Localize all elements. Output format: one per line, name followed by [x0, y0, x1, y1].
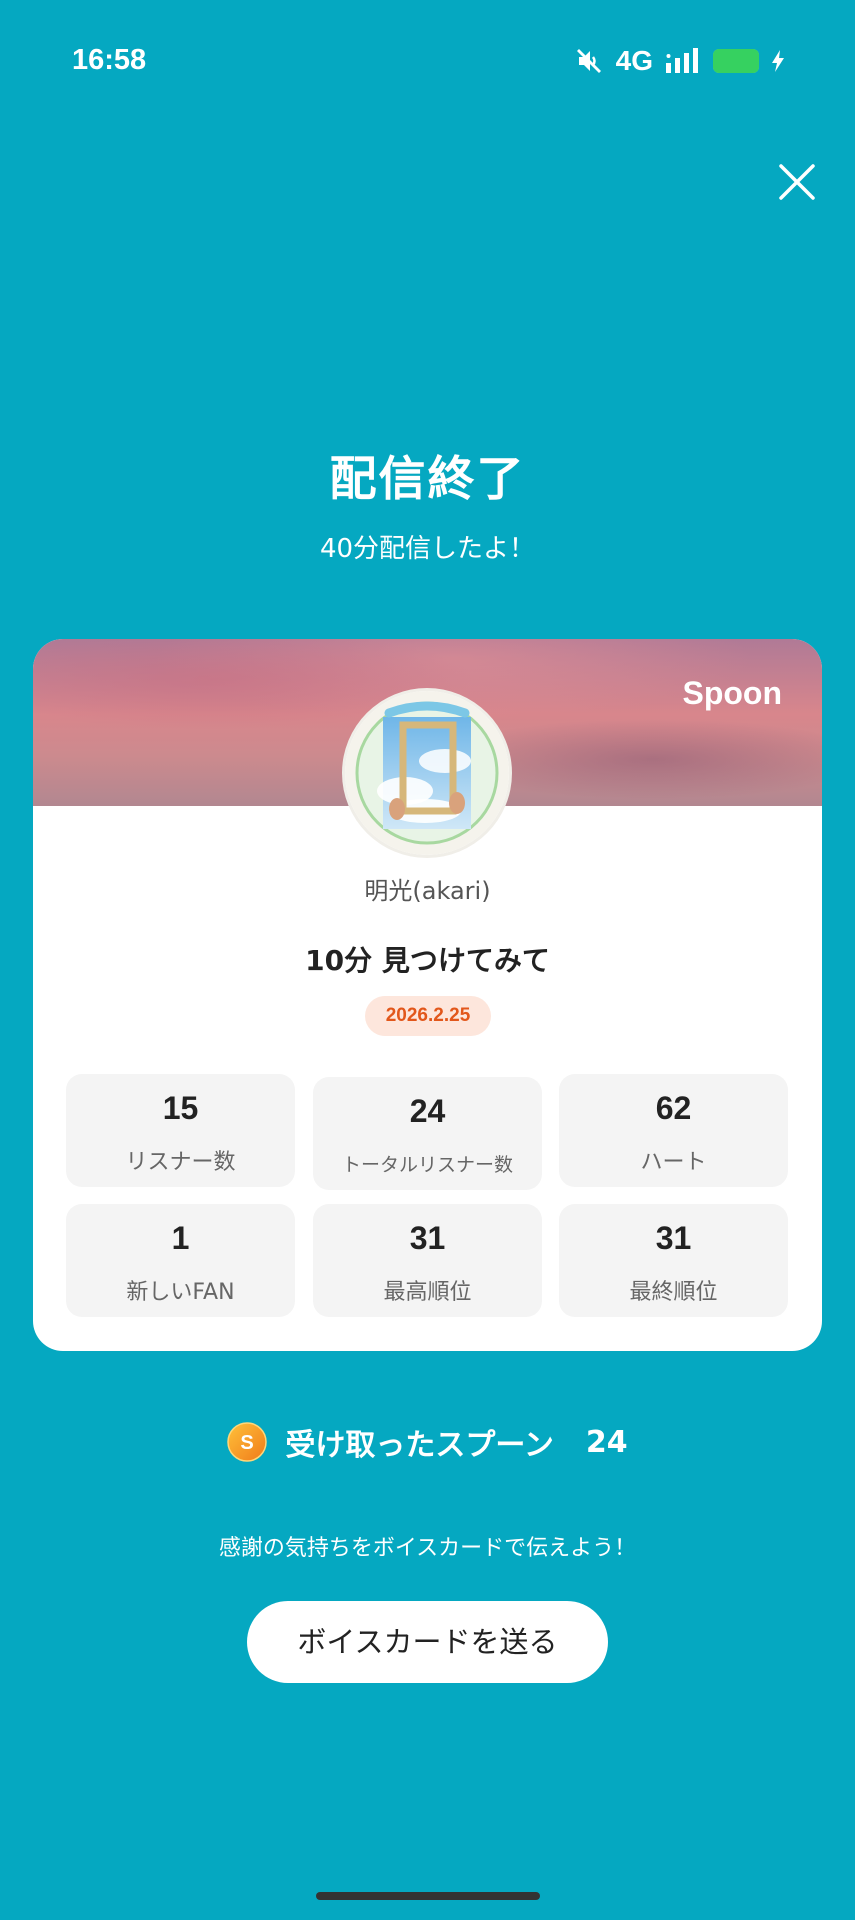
stat-value: 31: [409, 1220, 446, 1256]
network-type: 4G: [615, 45, 653, 76]
stat-final-rank: 31 最終順位: [559, 1204, 788, 1317]
stat-total-listeners: 24 トータルリスナー数: [313, 1077, 542, 1190]
page: 16:58 4G 配信終了 40分配信したよ！ Spoon 明光(akari) …: [0, 0, 855, 1920]
stat-new-fans: 1 新しいFAN: [66, 1204, 295, 1317]
username: 明光(akari): [364, 877, 491, 905]
stat-highest-rank: 31 最高順位: [313, 1204, 542, 1317]
send-voice-card-button[interactable]: ボイスカードを送る: [247, 1601, 608, 1683]
status-icons: 4G: [574, 45, 785, 76]
status-bar: 16:58 4G: [0, 40, 855, 80]
received-spoons: S 受け取ったスプーン 24: [0, 1418, 855, 1466]
stat-label: ハート: [640, 1150, 707, 1175]
page-subtitle: 40分配信したよ！: [319, 534, 536, 564]
thanks-message: 感謝の気持ちをボイスカードで伝えよう！: [218, 1536, 637, 1561]
received-count: 24: [585, 1424, 628, 1460]
home-indicator: [316, 1892, 540, 1900]
svg-text:S: S: [241, 1432, 254, 1454]
spoon-logo: Spoon: [682, 675, 782, 711]
avatar-image: [345, 691, 509, 855]
stat-hearts: 62 ハート: [559, 1074, 788, 1187]
stat-value: 62: [655, 1090, 692, 1126]
signal-icon: [666, 48, 698, 73]
stat-label: トータルリスナー数: [341, 1154, 513, 1176]
stat-value: 1: [171, 1220, 190, 1256]
close-button[interactable]: [775, 160, 819, 204]
stat-label: リスナー数: [125, 1150, 236, 1175]
stat-listeners: 15 リスナー数: [66, 1074, 295, 1187]
mute-icon: [576, 49, 601, 73]
status-time: 16:58: [72, 44, 147, 76]
page-title: 配信終了: [329, 452, 526, 507]
received-label: 受け取ったスプーン: [285, 1428, 554, 1463]
stat-value: 15: [162, 1090, 199, 1126]
stat-value: 24: [409, 1093, 446, 1129]
stat-label: 新しいFAN: [126, 1280, 235, 1305]
stat-value: 31: [655, 1220, 692, 1256]
stat-label: 最終順位: [629, 1280, 718, 1305]
stream-title: 10分 見つけてみて: [305, 944, 550, 977]
charging-icon: [772, 50, 784, 72]
battery-icon: [713, 49, 759, 73]
spoon-coin-icon: S: [227, 1422, 268, 1462]
stat-label: 最高順位: [383, 1280, 472, 1305]
battery-level: [713, 49, 759, 73]
date-badge: 2026.2.25: [365, 996, 491, 1036]
broadcast-summary-card: Spoon 明光(akari) 10分 見つけてみて 2026.2.25 15 …: [33, 639, 822, 1351]
avatar[interactable]: [345, 691, 509, 855]
close-icon: [779, 164, 815, 200]
